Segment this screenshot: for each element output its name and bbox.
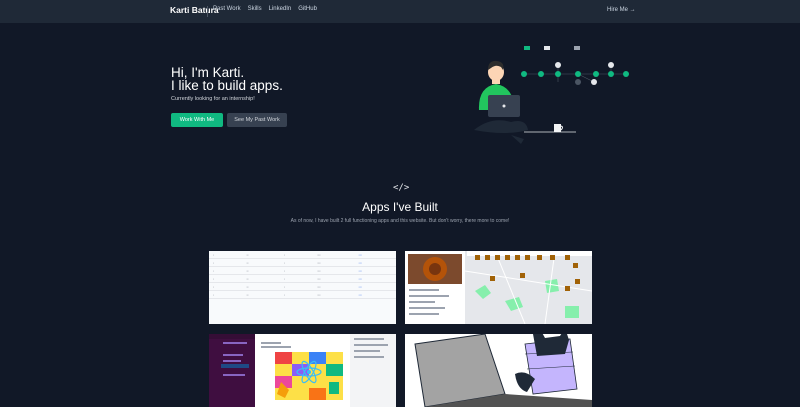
nav-link-past-work[interactable]: Past Work	[213, 6, 241, 12]
hero-heading: Hi, I'm Karti. I like to build apps.	[171, 66, 283, 93]
code-icon: </>	[393, 183, 410, 193]
hero-subtitle: Currently looking for an internship!	[171, 96, 255, 102]
nav-link-github[interactable]: GitHub	[298, 6, 317, 12]
screenshot-table: ▫ ▫▫ ▫ ▫▫▫ ▫▫▫ ▫ ▫▫ ▫ ▫▫▫ ▫▫▫ ▫ ▫▫ ▫ ▫▫▫ ▫▫▫ ▫ ▫▫ ▫ ▫▫▫…	[209, 251, 396, 299]
nav-divider	[207, 6, 208, 17]
nav-link-linkedin[interactable]: LinkedIn	[269, 6, 292, 12]
nav-link-skills[interactable]: Skills	[248, 6, 262, 12]
app-screenshot-map[interactable]	[405, 251, 592, 324]
laptop-cat-image	[405, 334, 592, 407]
nav-links: Past Work Skills LinkedIn GitHub	[213, 6, 317, 12]
app-screenshot-illustration[interactable]	[405, 334, 592, 407]
see-past-work-button[interactable]: See My Past Work	[227, 113, 287, 127]
chat-app-image	[209, 334, 396, 407]
brand-logo[interactable]: Karti Batura	[170, 5, 219, 15]
app-screenshot-table[interactable]: ▫ ▫▫ ▫ ▫▫▫ ▫▫▫ ▫ ▫▫ ▫ ▫▫▫ ▫▫▫ ▫ ▫▫ ▫ ▫▫▫ ▫▫▫ ▫ ▫▫ ▫ ▫▫▫…	[209, 251, 396, 324]
top-navbar: Karti Batura Past Work Skills LinkedIn G…	[0, 0, 800, 23]
apps-section-title: Apps I've Built	[362, 200, 438, 214]
hero-illustration	[474, 46, 629, 144]
hire-me-link[interactable]: Hire Me →	[607, 7, 636, 13]
app-screenshot-chat[interactable]	[209, 334, 396, 407]
work-with-me-button[interactable]: Work With Me	[171, 113, 223, 127]
apps-section-subtitle: As of now, I have built 2 full functioni…	[290, 218, 510, 224]
hero-heading-line-2: I like to build apps.	[171, 78, 283, 93]
map-image	[405, 251, 592, 324]
